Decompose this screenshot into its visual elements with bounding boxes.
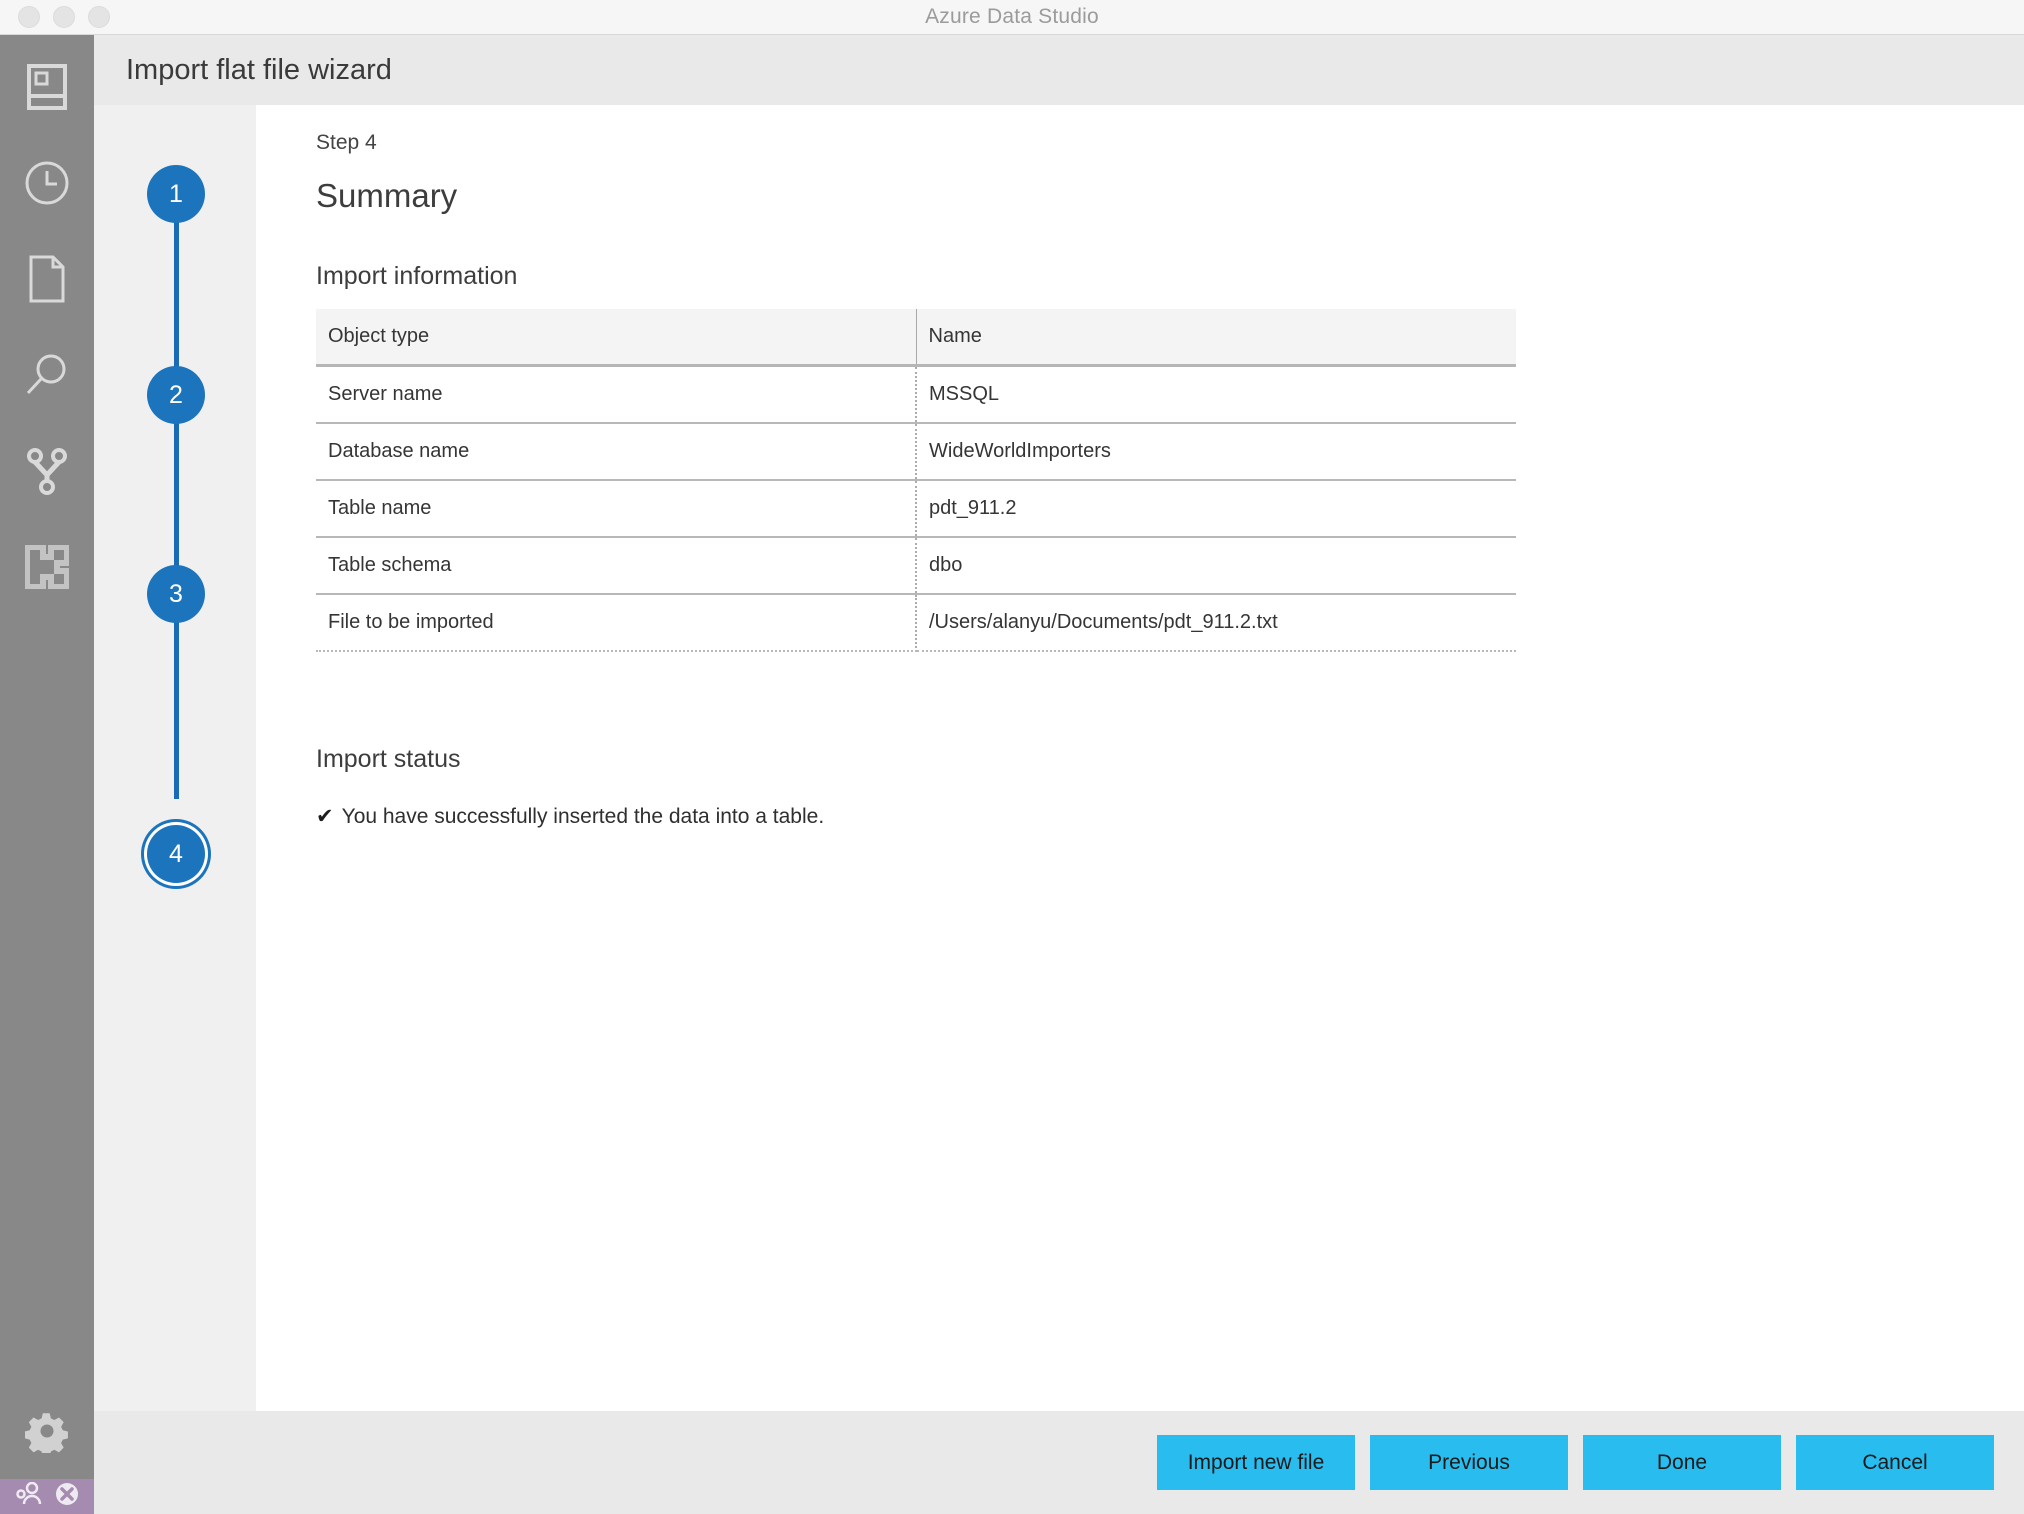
gear-icon (25, 1409, 69, 1453)
done-button[interactable]: Done (1583, 1435, 1781, 1490)
cell-object-type: Server name (316, 365, 917, 424)
servers-icon (27, 64, 67, 110)
app-title: Azure Data Studio (925, 5, 1099, 28)
wizard-footer: Import new file Previous Done Cancel (94, 1411, 2024, 1514)
table-header-row: Object type Name (316, 309, 1516, 367)
import-status-message: You have successfully inserted the data … (341, 805, 825, 828)
cell-object-type: Database name (316, 423, 917, 481)
extensions-icon (25, 545, 69, 589)
accounts-icon[interactable] (16, 1481, 42, 1511)
page-title: Import flat file wizard (126, 53, 392, 86)
step-label: Step 4 (316, 131, 377, 154)
source-control-icon (25, 447, 69, 495)
table-row: File to be imported /Users/alanyu/Docume… (316, 594, 1516, 652)
cancel-button[interactable]: Cancel (1796, 1435, 1994, 1490)
wizard-step-2-number: 2 (169, 380, 183, 409)
wizard-step-4-number: 4 (169, 839, 183, 868)
page-heading: Summary (316, 177, 458, 214)
cell-object-type: Table schema (316, 537, 917, 595)
table-row: Table name pdt_911.2 (316, 480, 1516, 538)
column-header-object-type: Object type (316, 309, 917, 367)
cell-object-type: File to be imported (316, 594, 917, 652)
cell-object-type: Table name (316, 480, 917, 538)
cell-name: pdt_911.2 (916, 480, 1516, 538)
file-icon (27, 255, 67, 303)
cell-name: WideWorldImporters (916, 423, 1516, 481)
clock-icon (24, 160, 70, 206)
wizard-step-1-number: 1 (169, 179, 183, 208)
sidebar-item-servers[interactable] (0, 39, 94, 135)
wizard-steps-rail: 1 2 3 4 (94, 105, 256, 1411)
sidebar-item-search[interactable] (0, 327, 94, 423)
status-badge: ✔ You have successfully inserted the dat… (316, 804, 2024, 829)
wizard-step-4[interactable]: 4 (147, 825, 205, 883)
title-bar: Azure Data Studio (0, 0, 2024, 35)
check-icon: ✔ (316, 805, 334, 828)
sidebar-item-source-control[interactable] (0, 423, 94, 519)
import-information-table: Object type Name Server name MSSQL Datab… (316, 309, 1516, 652)
wizard-step-3[interactable]: 3 (147, 565, 205, 623)
status-bar[interactable] (0, 1479, 94, 1514)
import-information-heading: Import information (316, 262, 518, 290)
step-connector-line (174, 194, 179, 799)
wizard-content: Step 4 Summary Import information Object… (256, 105, 2024, 1411)
table-row: Server name MSSQL (316, 365, 1516, 424)
error-icon[interactable] (54, 1481, 80, 1512)
import-new-file-button[interactable]: Import new file (1157, 1435, 1355, 1490)
sidebar-item-explorer[interactable] (0, 231, 94, 327)
table-row: Database name WideWorldImporters (316, 423, 1516, 481)
sidebar-item-settings[interactable] (0, 1383, 94, 1479)
cell-name: /Users/alanyu/Documents/pdt_911.2.txt (916, 594, 1516, 652)
activity-bar (0, 35, 94, 1479)
wizard-header: Import flat file wizard (94, 35, 2024, 105)
cell-name: MSSQL (916, 365, 1516, 424)
wizard-step-2[interactable]: 2 (147, 366, 205, 424)
wizard-step-3-number: 3 (169, 579, 183, 608)
sidebar-item-history[interactable] (0, 135, 94, 231)
column-header-name: Name (916, 309, 1516, 367)
import-status-heading: Import status (316, 745, 461, 773)
previous-button[interactable]: Previous (1370, 1435, 1568, 1490)
sidebar-item-extensions[interactable] (0, 519, 94, 615)
import-status-block: Import status ✔ You have successfully in… (316, 745, 2024, 829)
search-icon (24, 352, 70, 398)
wizard-step-1[interactable]: 1 (147, 165, 205, 223)
table-row: Table schema dbo (316, 537, 1516, 595)
cell-name: dbo (916, 537, 1516, 595)
